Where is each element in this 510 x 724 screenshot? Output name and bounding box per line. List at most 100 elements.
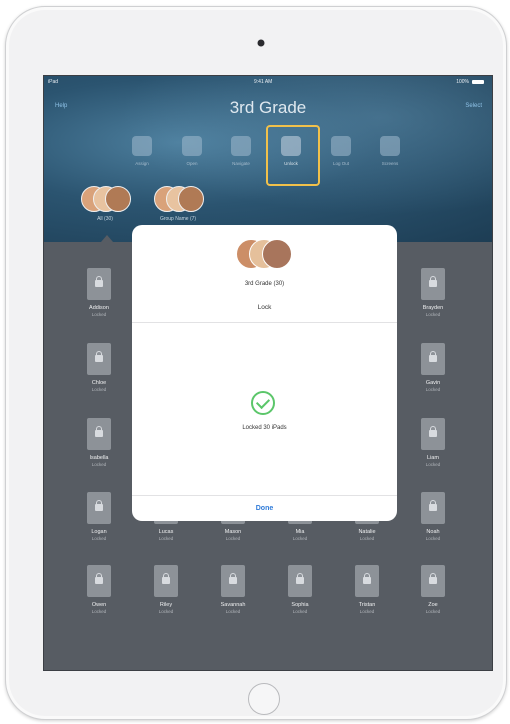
student-name: Lucas <box>158 529 174 535</box>
classroom-header: iPad 9:41 AM 100% Help Select 3rd Grade … <box>44 76 492 242</box>
screens-label: Screens <box>381 161 399 166</box>
group-all-label: All (30) <box>97 216 113 222</box>
lock-icon <box>429 500 437 511</box>
lock-icon <box>296 573 304 584</box>
student-tile[interactable]: Logan Locked <box>78 492 120 541</box>
logout-button[interactable]: Log Out <box>321 136 361 166</box>
student-status: Locked <box>225 536 241 541</box>
student-tile[interactable]: Addison Locked <box>78 268 120 317</box>
selected-group-indicator <box>101 235 113 242</box>
lock-icon <box>95 426 103 437</box>
student-tile[interactable]: Tristan Locked <box>346 565 388 614</box>
battery-percent: 100% <box>456 79 469 85</box>
device-tile <box>421 565 445 597</box>
status-time: 9:41 AM <box>254 79 273 85</box>
group-named-label: Group Name (7) <box>159 216 197 222</box>
device-tile <box>221 565 245 597</box>
open-icon <box>182 136 202 156</box>
device-tile <box>421 343 445 375</box>
avatar <box>262 239 292 269</box>
student-name: Addison <box>89 305 109 311</box>
student-tile[interactable]: Liam Locked <box>412 418 454 467</box>
student-status: Locked <box>91 609 107 614</box>
battery-icon <box>472 80 484 84</box>
front-camera <box>257 39 265 47</box>
student-name: Liam <box>427 455 439 461</box>
student-name: Savannah <box>220 602 246 608</box>
student-name: Zoe <box>428 602 438 608</box>
lock-icon <box>429 426 437 437</box>
assign-button[interactable]: Assign <box>122 136 162 166</box>
status-battery: 100% <box>456 79 484 85</box>
lock-icon <box>95 351 103 362</box>
student-tile[interactable]: Noah Locked <box>412 492 454 541</box>
student-name: Chloe <box>91 380 107 386</box>
open-button[interactable]: Open <box>172 136 212 166</box>
student-name: Logan <box>91 529 107 535</box>
device-tile <box>288 565 312 597</box>
student-name: Owen <box>91 602 107 608</box>
navigate-icon <box>231 136 251 156</box>
logout-icon <box>331 136 351 156</box>
student-tile[interactable]: Sophia Locked <box>279 565 321 614</box>
student-tile[interactable]: Zoe Locked <box>412 565 454 614</box>
device-tile <box>87 268 111 300</box>
student-status: Locked <box>91 536 107 541</box>
avatar <box>178 186 204 212</box>
student-status: Locked <box>225 609 241 614</box>
assign-label: Assign <box>135 161 149 166</box>
student-status: Locked <box>425 387 441 392</box>
student-tile[interactable]: Brayden Locked <box>412 268 454 317</box>
student-name: Sophia <box>291 602 309 608</box>
student-status: Locked <box>292 536 308 541</box>
screens-button[interactable]: Screens <box>370 136 410 166</box>
student-status: Locked <box>91 462 107 467</box>
group-named[interactable]: Group Name (7) <box>154 186 204 222</box>
navigate-label: Navigate <box>232 161 250 166</box>
student-tile[interactable]: Isabella Locked <box>78 418 120 467</box>
class-title: 3rd Grade <box>229 98 307 117</box>
ipad-screen: iPad 9:41 AM 100% Help Select 3rd Grade … <box>43 75 493 671</box>
student-status: Locked <box>91 387 107 392</box>
dialog-action-title: Lock <box>257 304 272 311</box>
lock-icon <box>95 276 103 287</box>
student-status: Locked <box>425 462 441 467</box>
group-all-avatars <box>81 186 131 212</box>
dialog-class-name: 3rd Grade (30) <box>244 281 285 287</box>
navigate-button[interactable]: Navigate <box>221 136 261 166</box>
student-status: Locked <box>425 312 441 317</box>
student-name: Isabella <box>89 455 109 461</box>
device-tile <box>87 565 111 597</box>
group-all[interactable]: All (30) <box>81 186 131 222</box>
student-name: Noah <box>426 529 440 535</box>
class-avatars <box>236 239 292 271</box>
lock-icon <box>229 573 237 584</box>
lock-icon <box>429 276 437 287</box>
device-tile <box>87 492 111 524</box>
student-tile[interactable]: Riley Locked <box>145 565 187 614</box>
done-button[interactable]: Done <box>132 496 397 521</box>
device-tile <box>421 492 445 524</box>
home-button[interactable] <box>248 683 280 715</box>
student-tile[interactable]: Chloe Locked <box>78 343 120 392</box>
student-tile[interactable]: Gavin Locked <box>412 343 454 392</box>
student-status: Locked <box>292 609 308 614</box>
student-status: Locked <box>425 609 441 614</box>
lock-icon <box>95 500 103 511</box>
student-tile[interactable]: Owen Locked <box>78 565 120 614</box>
device-tile <box>421 418 445 450</box>
status-carrier: iPad <box>48 79 59 85</box>
lock-icon <box>429 351 437 362</box>
checkmark-circle-icon <box>251 391 275 415</box>
device-tile <box>87 418 111 450</box>
screens-icon <box>380 136 400 156</box>
lock-icon <box>429 573 437 584</box>
lock-icon <box>162 573 170 584</box>
device-tile <box>154 565 178 597</box>
unlock-highlight <box>266 125 320 186</box>
student-status: Locked <box>91 312 107 317</box>
divider <box>132 322 397 323</box>
dialog-result-text: Locked 30 iPads <box>242 425 287 431</box>
student-tile[interactable]: Savannah Locked <box>212 565 254 614</box>
avatar <box>105 186 131 212</box>
